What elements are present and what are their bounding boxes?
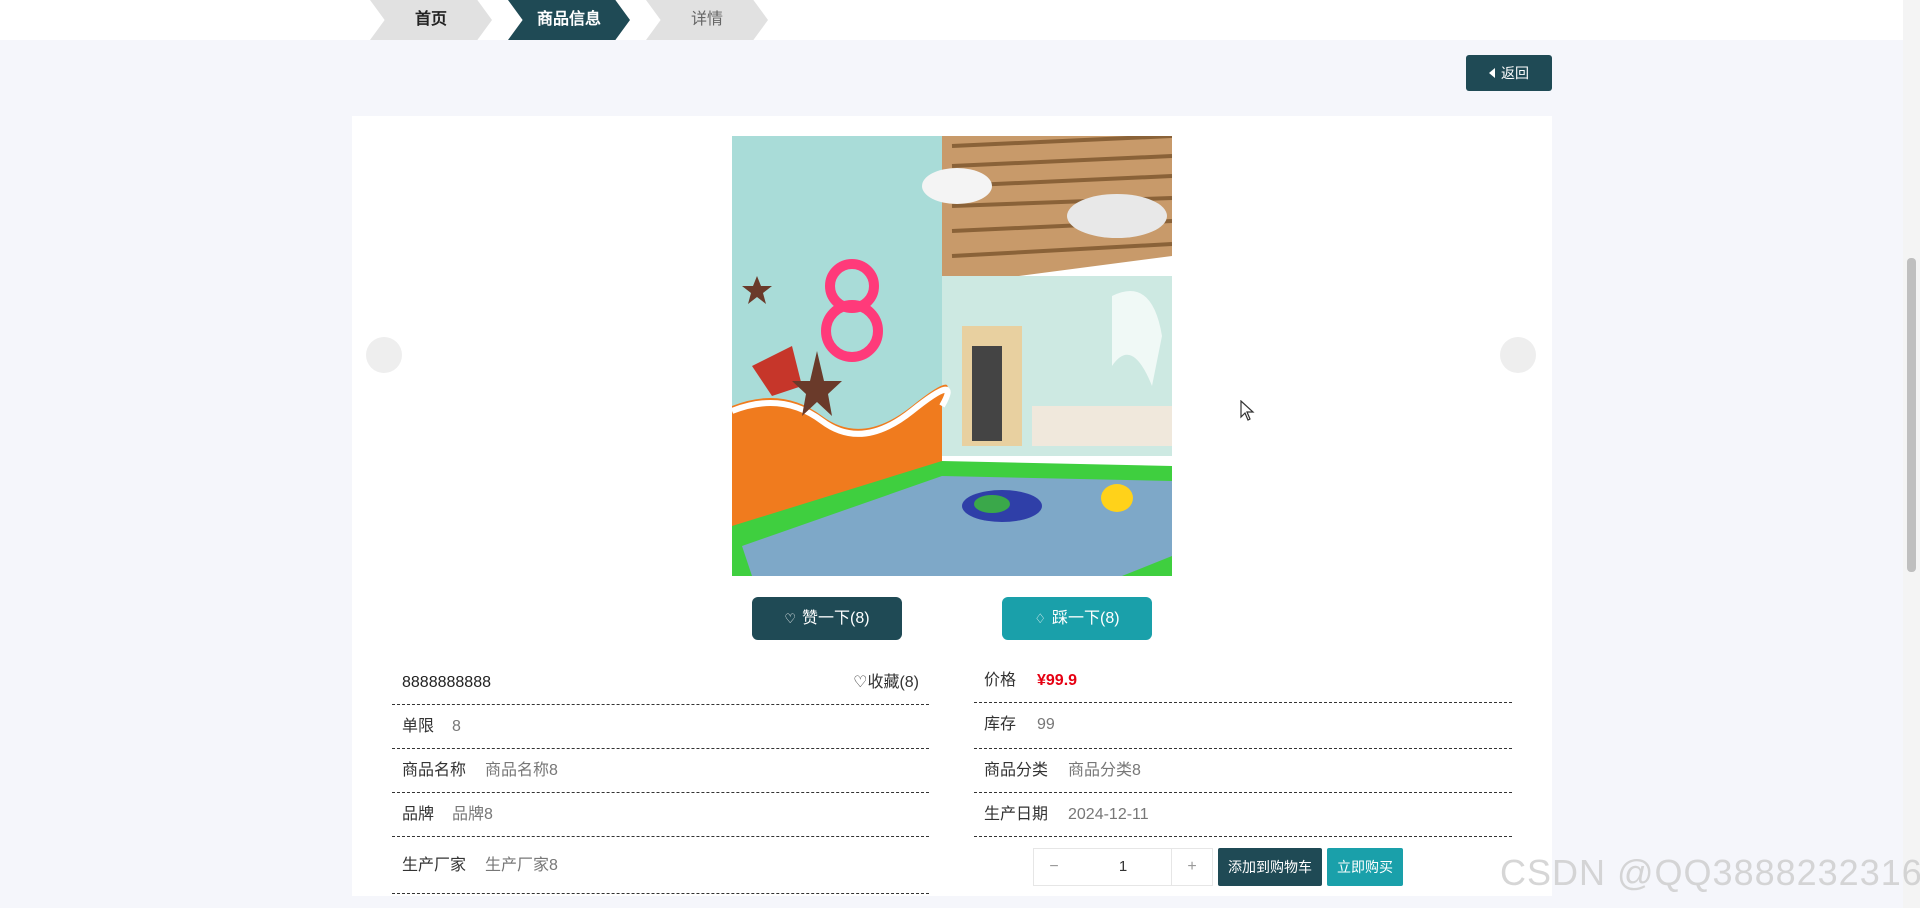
product-name-row: 商品名称 商品名称8 [392, 749, 929, 793]
buy-now-button[interactable]: 立即购买 [1327, 848, 1403, 886]
breadcrumb-product-info[interactable]: 商品信息 [508, 0, 630, 40]
category-value: 商品分类8 [1068, 762, 1141, 779]
price-row: 价格 ¥99.9 [974, 659, 1512, 703]
date-row: 生产日期 2024-12-11 [974, 793, 1512, 837]
watermark: CSDN @QQ3888232316 [1500, 852, 1920, 893]
carousel-next-button[interactable] [1500, 337, 1536, 373]
product-title: 8888888888 [402, 674, 491, 691]
brand-label: 品牌 [402, 806, 435, 823]
product-title-row: 8888888888 ♡收藏(8) [392, 661, 929, 705]
date-label: 生产日期 [984, 806, 1049, 823]
stock-row: 库存 99 [974, 703, 1512, 749]
like-button[interactable]: ♡ 赞一下(8) [752, 597, 902, 640]
dislike-button-label: 踩一下(8) [1052, 610, 1120, 627]
product-name-value: 商品名称8 [485, 762, 558, 779]
date-value: 2024-12-11 [1068, 806, 1149, 823]
favorite-label: 收藏(8) [867, 674, 919, 691]
scrollbar-thumb[interactable] [1907, 258, 1916, 572]
page-scrollbar[interactable] [1903, 0, 1920, 908]
brand-value: 品牌8 [452, 806, 493, 823]
category-row: 商品分类 商品分类8 [974, 749, 1512, 793]
limit-label: 单限 [402, 718, 435, 735]
price-value: ¥99.9 [1037, 672, 1078, 689]
favorite-button[interactable]: ♡收藏(8) [853, 661, 919, 705]
dislike-icon: ♢ [1034, 611, 1047, 626]
quantity-decrease-button[interactable]: − [1033, 848, 1075, 886]
quantity-increase-button[interactable]: + [1171, 848, 1213, 886]
brand-row: 品牌 品牌8 [392, 793, 929, 837]
back-button[interactable]: 返回 [1466, 55, 1552, 91]
category-label: 商品分类 [984, 762, 1049, 779]
breadcrumb: 首页 商品信息 详情 [0, 0, 1920, 40]
stock-value: 99 [1037, 716, 1055, 733]
back-button-label: 返回 [1501, 65, 1529, 81]
add-to-cart-button[interactable]: 添加到购物车 [1218, 848, 1322, 886]
product-name-label: 商品名称 [402, 762, 467, 779]
breadcrumb-detail[interactable]: 详情 [646, 0, 768, 40]
quantity-input[interactable]: 1 [1074, 848, 1172, 886]
limit-row: 单限 8 [392, 705, 929, 749]
stock-label: 库存 [984, 716, 1017, 733]
product-image [732, 136, 1172, 576]
maker-row: 生产厂家 生产厂家8 [392, 844, 929, 894]
arrow-left-icon [1489, 68, 1495, 79]
carousel-prev-button[interactable] [366, 337, 402, 373]
like-icon: ♡ [784, 611, 797, 626]
breadcrumb-home[interactable]: 首页 [370, 0, 492, 40]
maker-label: 生产厂家 [402, 857, 467, 874]
limit-value: 8 [452, 718, 461, 735]
maker-value: 生产厂家8 [485, 857, 558, 874]
price-label: 价格 [984, 672, 1017, 689]
dislike-button[interactable]: ♢ 踩一下(8) [1002, 597, 1152, 640]
heart-icon: ♡ [853, 674, 868, 691]
like-button-label: 赞一下(8) [802, 610, 870, 627]
